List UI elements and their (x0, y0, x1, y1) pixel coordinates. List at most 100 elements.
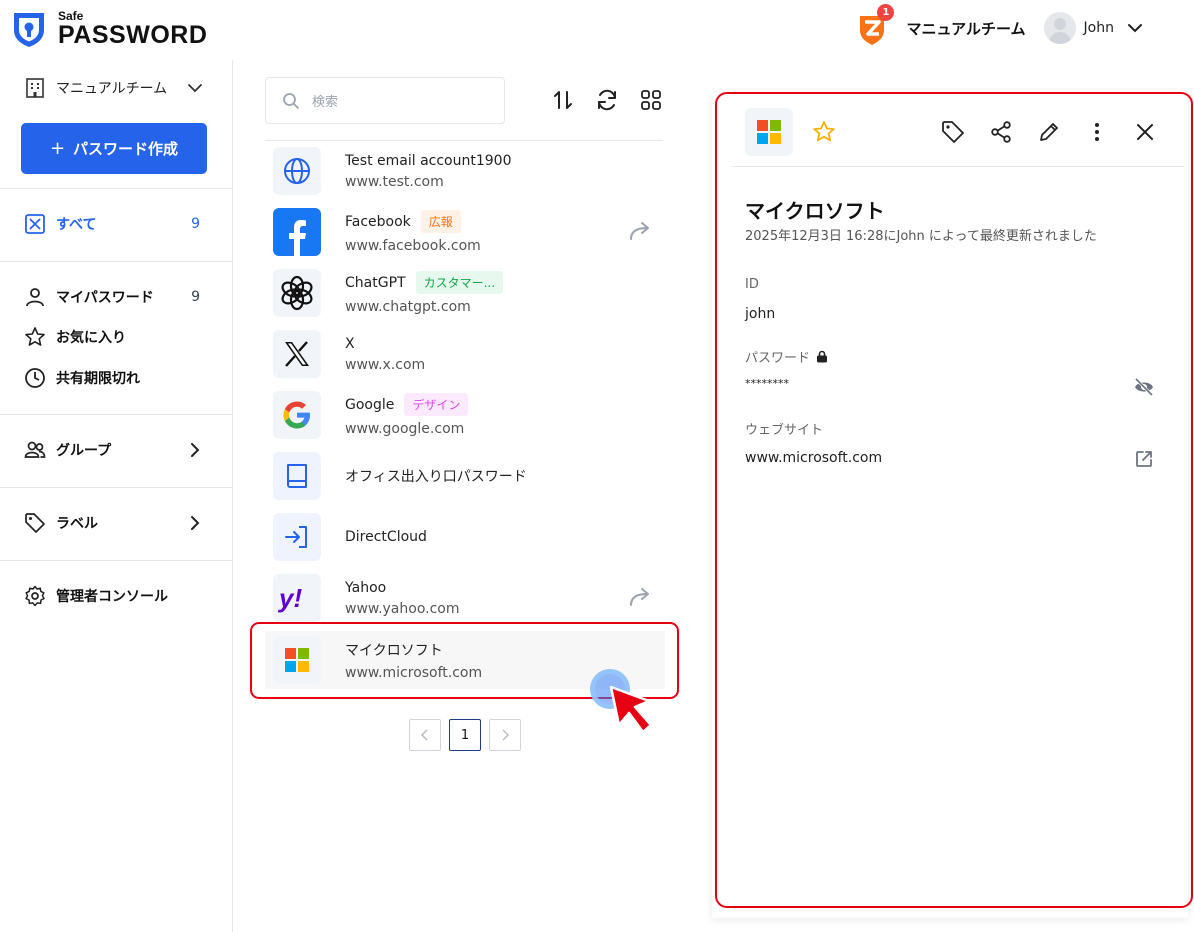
app-logo[interactable]: Safe PASSWORD (10, 10, 207, 48)
top-bar: Safe PASSWORD 1 マニュアルチーム John (0, 0, 1194, 60)
sort-button[interactable] (550, 87, 576, 113)
microsoft-icon (745, 108, 793, 156)
favorite-star-icon[interactable] (811, 119, 837, 145)
label-button[interactable] (939, 118, 967, 146)
item-url: www.chatgpt.com (345, 299, 471, 315)
sidebar-item-labels[interactable]: ラベル (24, 511, 204, 535)
page-button[interactable]: 1 (449, 719, 481, 751)
more-button[interactable] (1083, 118, 1111, 146)
sidebar-item-admin-console[interactable]: 管理者コンソール (24, 584, 204, 608)
id-value[interactable]: john (745, 306, 775, 322)
item-title: Test email account1900 (345, 152, 512, 169)
building-icon (26, 78, 44, 98)
sidebar-item-label: グループ (56, 443, 112, 459)
pointer-cursor-icon (609, 685, 653, 734)
list-item[interactable]: y! Yahoo www.yahoo.com (265, 570, 665, 626)
detail-title: マイクロソフト (745, 199, 885, 223)
password-list-panel: 検索 Test email account1900 www.test.com F… (233, 60, 693, 932)
sidebar-item-count: 9 (191, 216, 200, 232)
sidebar-item-my-passwords[interactable]: マイパスワード 9 (24, 285, 204, 309)
shield-logo-icon (14, 13, 44, 47)
detail-panel: マイクロソフト 2025年12月3日 16:28にJohn によって最終更新され… (712, 92, 1188, 918)
list-item[interactable]: Facebook 広報 www.facebook.com (265, 204, 665, 260)
password-label-row: パスワード (745, 347, 828, 366)
sidebar-item-groups[interactable]: グループ (24, 438, 204, 462)
next-page-button[interactable] (489, 719, 521, 751)
list-item[interactable]: ChatGPT カスタマー... www.chatgpt.com (265, 265, 665, 321)
search-input[interactable]: 検索 (265, 77, 505, 124)
divider (0, 261, 232, 262)
sidebar-item-label: ラベル (56, 516, 98, 532)
grid-view-button[interactable] (638, 87, 664, 113)
group-icon (24, 439, 46, 461)
refresh-button[interactable] (594, 87, 620, 113)
chevron-left-icon (420, 729, 428, 741)
team-select[interactable]: マニュアルチーム (24, 76, 204, 100)
password-value[interactable]: ******** (745, 377, 789, 390)
logo-big-text: PASSWORD (58, 21, 208, 49)
x-icon (273, 330, 321, 378)
star-icon (24, 326, 46, 348)
clock-icon (24, 367, 46, 389)
user-name: John (1083, 20, 1114, 36)
chevron-right-icon (191, 516, 200, 530)
item-title: X (345, 335, 355, 352)
sidebar-item-expired[interactable]: 共有期限切れ (24, 366, 204, 390)
share-button[interactable] (987, 118, 1015, 146)
sort-icon (554, 91, 572, 109)
item-url: www.test.com (345, 173, 444, 190)
password-label: パスワード (745, 351, 811, 366)
user-menu[interactable]: John (1043, 12, 1144, 44)
login-icon (273, 513, 321, 561)
more-vertical-icon (1095, 123, 1099, 141)
open-website-button[interactable] (1132, 447, 1156, 471)
shared-arrow-icon (630, 222, 649, 240)
create-password-label: パスワード作成 (73, 140, 179, 158)
toggle-password-visibility[interactable] (1132, 375, 1156, 399)
edit-button[interactable] (1035, 118, 1063, 146)
team-select-label: マニュアルチーム (56, 81, 168, 97)
item-url: www.x.com (345, 356, 426, 373)
sidebar-item-label: お気に入り (56, 330, 126, 346)
list-item[interactable]: Google デザイン www.google.com (265, 387, 665, 443)
create-password-button[interactable]: + パスワード作成 (21, 123, 207, 174)
team-logo[interactable]: 1 (852, 4, 895, 48)
microsoft-icon (273, 636, 321, 684)
label-tag[interactable]: デザイン (404, 393, 469, 416)
refresh-icon (598, 89, 616, 111)
external-link-icon (1136, 451, 1152, 467)
divider (0, 560, 232, 561)
divider (0, 414, 232, 415)
list-item[interactable]: DirectCloud (265, 509, 665, 565)
all-icon (24, 213, 46, 235)
chevron-down-icon (188, 84, 202, 93)
chevron-down-icon (1128, 24, 1142, 33)
label-tag[interactable]: カスタマー... (415, 271, 504, 294)
book-icon (273, 452, 321, 500)
close-icon (1137, 124, 1153, 140)
list-item[interactable]: X www.x.com (265, 326, 665, 382)
prev-page-button[interactable] (409, 719, 441, 751)
share-icon (991, 121, 1011, 143)
sidebar: マニュアルチーム + パスワード作成 すべて 9 マイパスワード 9 お気に入り… (0, 60, 233, 932)
list-item[interactable]: オフィス出入り口パスワード (265, 448, 665, 504)
list-item[interactable]: Test email account1900 www.test.com (265, 143, 665, 199)
shared-arrow-icon (630, 588, 649, 606)
sidebar-item-all[interactable]: すべて 9 (24, 212, 204, 236)
tag-icon (24, 512, 46, 534)
chatgpt-icon (273, 269, 321, 317)
user-icon (24, 286, 46, 308)
divider (0, 487, 232, 488)
label-tag[interactable]: 広報 (420, 210, 461, 233)
header-team-name[interactable]: マニュアルチーム (906, 18, 1025, 39)
chevron-right-icon (191, 443, 200, 457)
google-icon (273, 391, 321, 439)
close-button[interactable] (1131, 118, 1159, 146)
website-label: ウェブサイト (745, 423, 824, 438)
sidebar-item-favorites[interactable]: お気に入り (24, 325, 204, 349)
sidebar-item-label: 管理者コンソール (56, 589, 168, 605)
sidebar-item-count: 9 (191, 289, 200, 305)
website-value[interactable]: www.microsoft.com (745, 450, 882, 466)
item-title: マイクロソフト (345, 642, 443, 659)
sidebar-item-label: 共有期限切れ (56, 371, 140, 387)
